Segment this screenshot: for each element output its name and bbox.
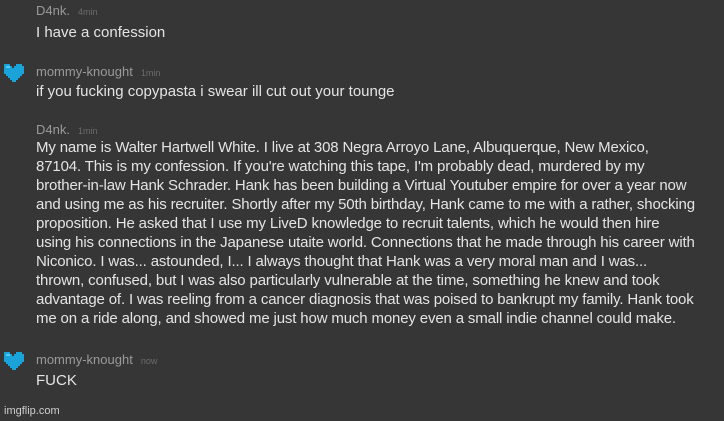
message-header: D4nk. 4min — [36, 3, 97, 20]
timestamp: 4min — [77, 7, 98, 17]
author-name[interactable]: D4nk. — [36, 3, 70, 18]
message-header: mommy-knought now — [36, 352, 157, 369]
blue-pixel-heart-icon[interactable] — [2, 62, 24, 82]
message-header: mommy-knought 1min — [36, 64, 160, 81]
author-name[interactable]: D4nk. — [36, 122, 70, 137]
author-name[interactable]: mommy-knought — [36, 64, 133, 79]
author-name[interactable]: mommy-knought — [36, 352, 133, 367]
message-text: My name is Walter Hartwell White. I live… — [36, 139, 695, 327]
timestamp: 1min — [140, 68, 161, 78]
message-text: FUCK — [36, 372, 77, 389]
message-text: if you fucking copypasta i swear ill cut… — [36, 83, 395, 100]
blue-pixel-heart-icon[interactable] — [2, 350, 24, 370]
message-header: D4nk. 1min — [36, 122, 97, 139]
message-text: I have a confession — [36, 24, 166, 41]
timestamp: 1min — [77, 126, 98, 136]
watermark: imgflip.com — [4, 405, 60, 417]
timestamp: now — [140, 356, 158, 366]
